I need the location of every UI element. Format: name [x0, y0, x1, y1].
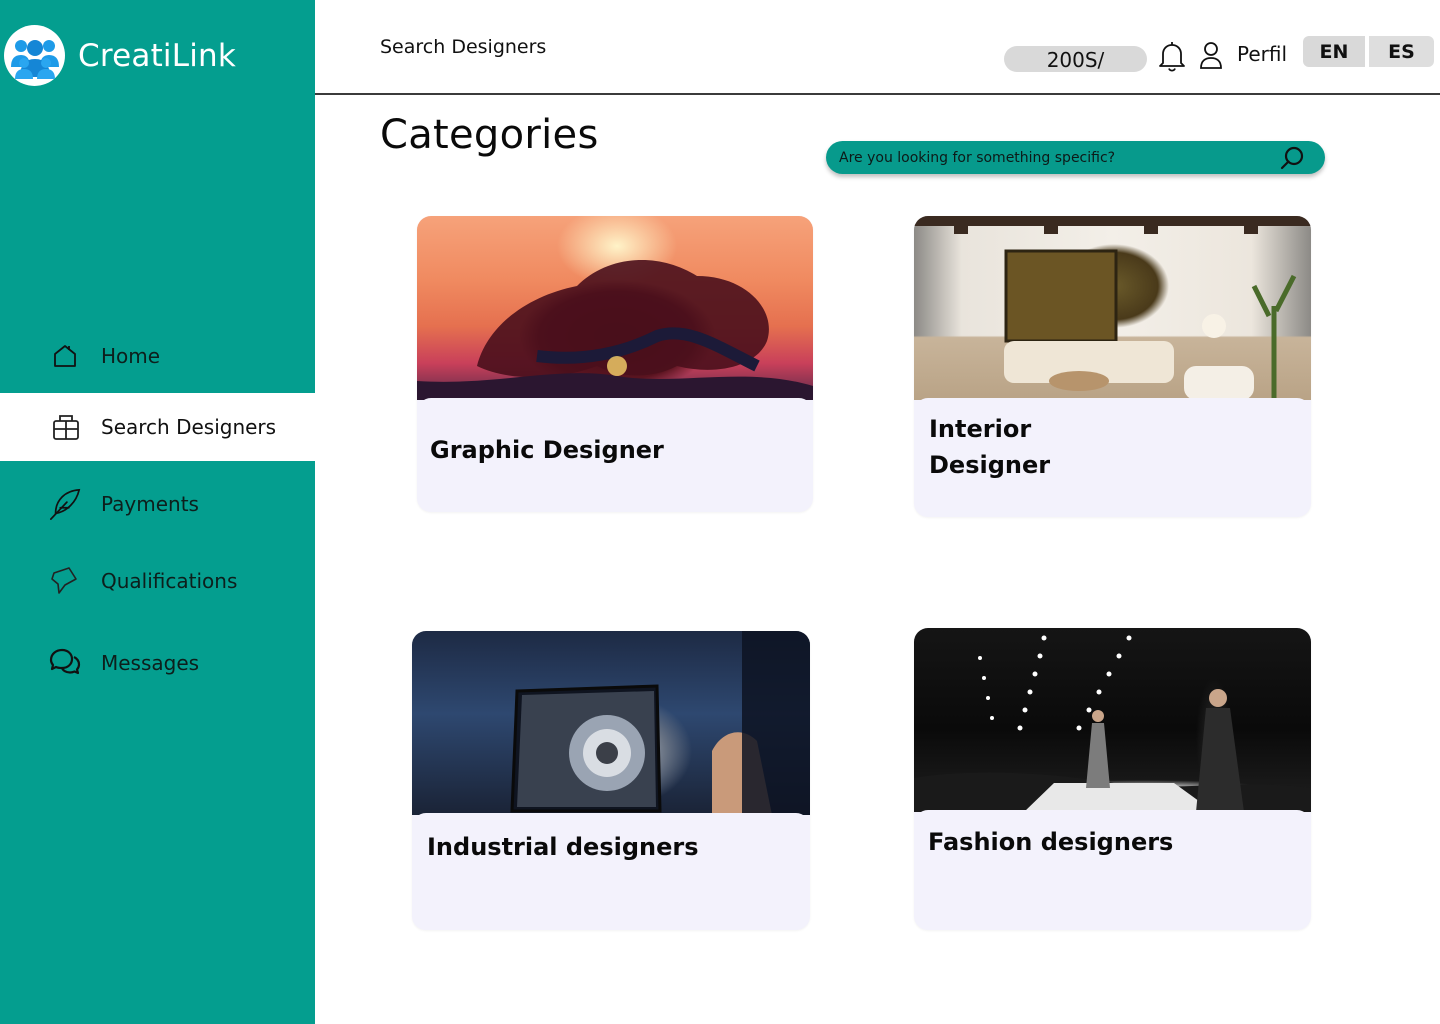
sidebar-item-label: Qualifications — [101, 569, 238, 593]
page-breadcrumb: Search Designers — [380, 36, 547, 58]
category-label: Interior Designer — [929, 415, 1051, 479]
user-icon[interactable] — [1199, 40, 1223, 70]
industrial-design-image — [412, 631, 810, 815]
feather-icon — [48, 487, 82, 521]
category-card-graphic-designer[interactable]: Graphic Designer — [417, 216, 813, 512]
category-label: Graphic Designer — [430, 436, 664, 464]
grid-icon — [48, 410, 82, 444]
app-logo[interactable]: CreatiLink — [4, 25, 236, 86]
sidebar-item-qualifications[interactable]: Qualifications — [0, 547, 315, 615]
category-label: Industrial designers — [427, 833, 699, 861]
category-label: Fashion designers — [928, 828, 1174, 856]
users-logo-icon — [4, 25, 65, 86]
sidebar-item-label: Messages — [101, 651, 200, 675]
card-body: Interior Designer — [914, 398, 1311, 517]
search-input[interactable]: Are you looking for something specific? — [839, 150, 1115, 166]
category-card-fashion-designers[interactable]: Fashion designers — [914, 628, 1311, 930]
bell-icon[interactable] — [1157, 40, 1187, 72]
category-card-industrial-designers[interactable]: Industrial designers — [412, 631, 810, 930]
sidebar-item-label: Home — [101, 344, 161, 368]
sidebar-item-payments[interactable]: Payments — [0, 470, 315, 538]
interior-design-image — [914, 216, 1311, 400]
search-icon[interactable] — [1279, 145, 1305, 171]
star-icon — [48, 564, 82, 598]
card-body: Graphic Designer — [417, 398, 813, 512]
sidebar-item-search-designers[interactable]: Search Designers — [0, 393, 315, 461]
top-bar: Search Designers 200S/ Perfil EN ES — [315, 0, 1440, 95]
sidebar-item-messages[interactable]: Messages — [0, 629, 315, 697]
graphic-design-image — [417, 216, 813, 400]
balance-badge[interactable]: 200S/ — [1004, 46, 1147, 72]
card-body: Fashion designers — [914, 810, 1311, 930]
profile-link[interactable]: Perfil — [1237, 42, 1287, 66]
home-icon — [48, 339, 82, 373]
card-body: Industrial designers — [412, 813, 810, 930]
sidebar-item-home[interactable]: Home — [0, 322, 315, 390]
fashion-runway-image — [914, 628, 1311, 812]
sidebar-item-label: Payments — [101, 492, 199, 516]
page-title: Categories — [380, 112, 599, 158]
language-en-button[interactable]: EN — [1303, 36, 1365, 67]
category-card-interior-designer[interactable]: Interior Designer — [914, 216, 1311, 517]
search-bar[interactable]: Are you looking for something specific? — [826, 141, 1325, 174]
sidebar: CreatiLink Home Search Designers Payment… — [0, 0, 315, 1024]
language-es-button[interactable]: ES — [1369, 36, 1434, 67]
sidebar-item-label: Search Designers — [101, 415, 277, 439]
app-name: CreatiLink — [78, 37, 237, 74]
chat-icon — [48, 646, 82, 680]
